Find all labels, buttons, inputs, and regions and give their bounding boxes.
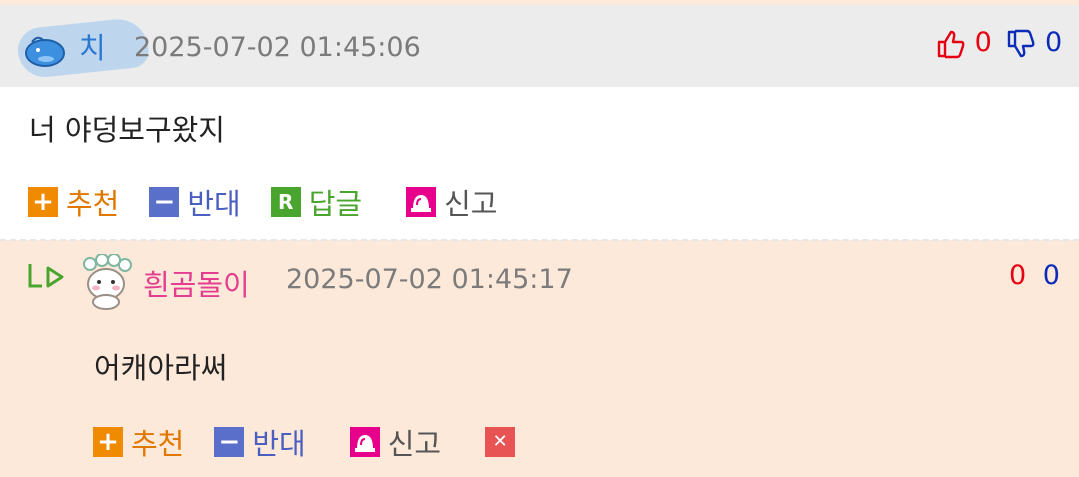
avatar-whale-icon[interactable]	[24, 32, 66, 68]
reply-label: 답글	[308, 187, 363, 221]
comment-1-dislike-count: 0	[1044, 27, 1063, 58]
comment-1-like-count: 0	[974, 27, 992, 58]
comment-divider	[0, 239, 1079, 241]
comment-1-actions: + 추천 − 반대 R 답글 신고	[28, 181, 528, 223]
minus-icon: −	[214, 427, 245, 457]
reply-icon: R	[270, 187, 301, 217]
comment-2-votes: 0 0	[1009, 260, 1060, 291]
oppose-label: 반대	[252, 427, 306, 461]
avatar-bear-icon[interactable]	[80, 254, 132, 310]
reply-button[interactable]: R 답글	[270, 181, 363, 223]
comment-1: 치 2025-07-02 01:45:06 0 0 너 야덩보구왔지 + 추천 …	[0, 0, 1079, 240]
delete-button[interactable]: ✕	[485, 427, 523, 457]
comment-1-votes: 0 0	[936, 27, 1062, 59]
report-button[interactable]: 신고	[406, 181, 498, 223]
minus-icon: −	[149, 187, 180, 217]
recommend-label: 추천	[66, 187, 120, 221]
recommend-button[interactable]: + 추천	[28, 181, 119, 223]
comment-2-actions: + 추천 − 반대 신고 ✕	[93, 421, 553, 463]
reply-arrow-icon	[28, 264, 64, 288]
comment-2-date: 2025-07-02 01:45:17	[286, 264, 573, 295]
comment-2-dislike-count[interactable]: 0	[1043, 260, 1060, 291]
comment-2-like-count[interactable]: 0	[1009, 260, 1026, 291]
comment-thread: 치 2025-07-02 01:45:06 0 0 너 야덩보구왔지 + 추천 …	[0, 0, 1079, 477]
comment-1-header: 치 2025-07-02 01:45:06 0 0	[0, 5, 1079, 87]
oppose-label: 반대	[187, 187, 241, 221]
report-label: 신고	[444, 187, 498, 221]
oppose-button[interactable]: − 반대	[214, 421, 306, 463]
recommend-button[interactable]: + 추천	[93, 421, 184, 463]
recommend-label: 추천	[131, 427, 185, 461]
plus-icon: +	[93, 427, 123, 457]
thumbs-up-icon[interactable]	[936, 29, 966, 59]
comment-2-nickname[interactable]: 흰곰돌이	[143, 262, 250, 304]
plus-icon: +	[28, 187, 58, 217]
comment-2-body: 어캐아라써	[94, 351, 228, 385]
siren-icon	[406, 187, 437, 217]
siren-icon	[349, 427, 380, 457]
report-button[interactable]: 신고	[349, 421, 442, 463]
comment-1-date: 2025-07-02 01:45:06	[134, 32, 421, 63]
thumbs-down-icon[interactable]	[1006, 29, 1036, 59]
oppose-button[interactable]: − 반대	[149, 181, 241, 223]
delete-icon: ✕	[485, 427, 516, 457]
report-label: 신고	[387, 427, 442, 461]
comment-1-nickname[interactable]: 치	[79, 25, 106, 67]
comment-1-body: 너 야덩보구왔지	[29, 113, 225, 147]
